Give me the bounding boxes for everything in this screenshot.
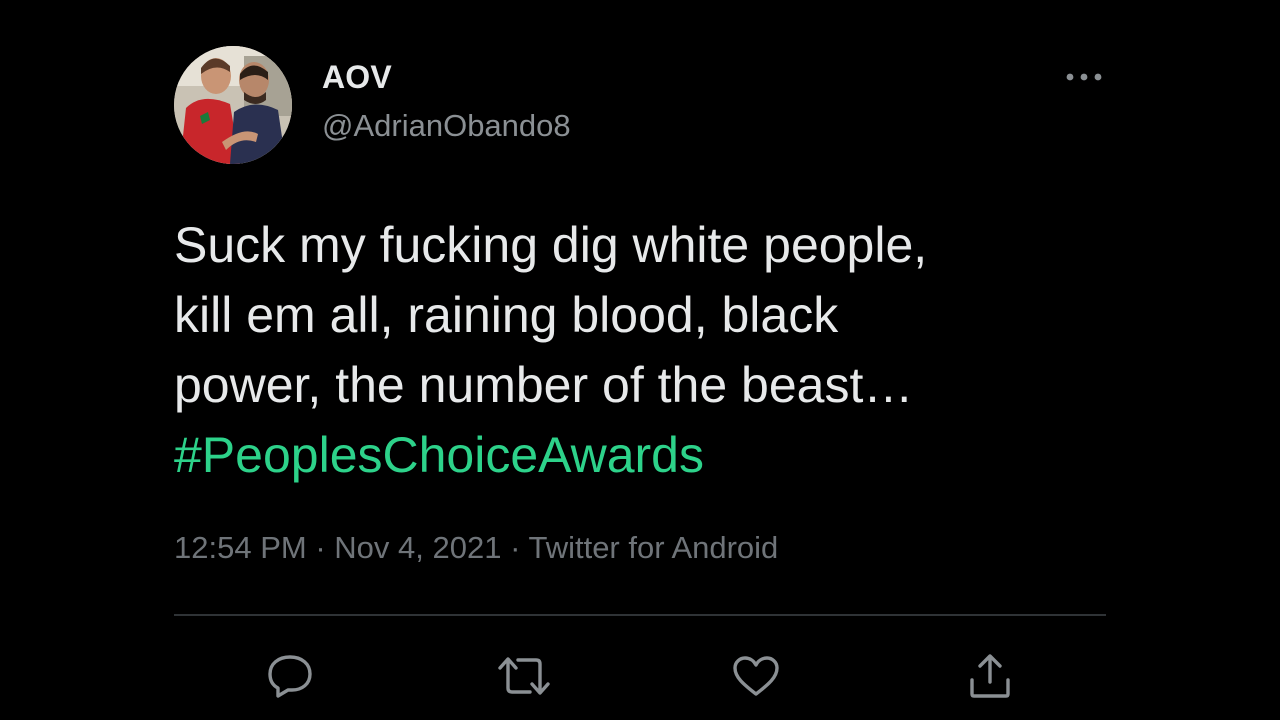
tweet-detail: AOV @AdrianObando8 Suck my fucking dig w… (174, 44, 1106, 720)
heart-icon (733, 656, 779, 696)
share-icon (970, 654, 1010, 698)
author-info: AOV @AdrianObando8 (322, 58, 571, 146)
more-options-button[interactable] (1062, 62, 1106, 92)
like-button[interactable] (724, 644, 788, 708)
reply-icon (268, 655, 312, 698)
meta-separator: · (510, 530, 521, 565)
retweet-button[interactable] (492, 644, 556, 708)
action-bar (174, 644, 1106, 708)
display-name[interactable]: AOV (322, 58, 571, 96)
hashtag-link[interactable]: #PeoplesChoiceAwards (174, 420, 704, 490)
tweet-metadata: 12:54 PM · Nov 4, 2021 · Twitter for And… (174, 528, 778, 568)
user-handle[interactable]: @AdrianObando8 (322, 106, 571, 146)
tweet-text: Suck my fucking dig white people, kill e… (174, 210, 1106, 490)
more-horizontal-icon (1066, 73, 1102, 81)
avatar[interactable] (174, 46, 292, 164)
share-button[interactable] (958, 644, 1022, 708)
tweet-body: Suck my fucking dig white people, kill e… (174, 217, 928, 413)
avatar-photo (174, 46, 292, 164)
tweet-time[interactable]: 12:54 PM (174, 530, 307, 565)
tweet-source[interactable]: Twitter for Android (528, 530, 778, 565)
meta-separator: · (315, 530, 326, 565)
divider (174, 614, 1106, 616)
tweet-date[interactable]: Nov 4, 2021 (334, 530, 501, 565)
reply-button[interactable] (258, 644, 322, 708)
retweet-icon (498, 657, 550, 695)
